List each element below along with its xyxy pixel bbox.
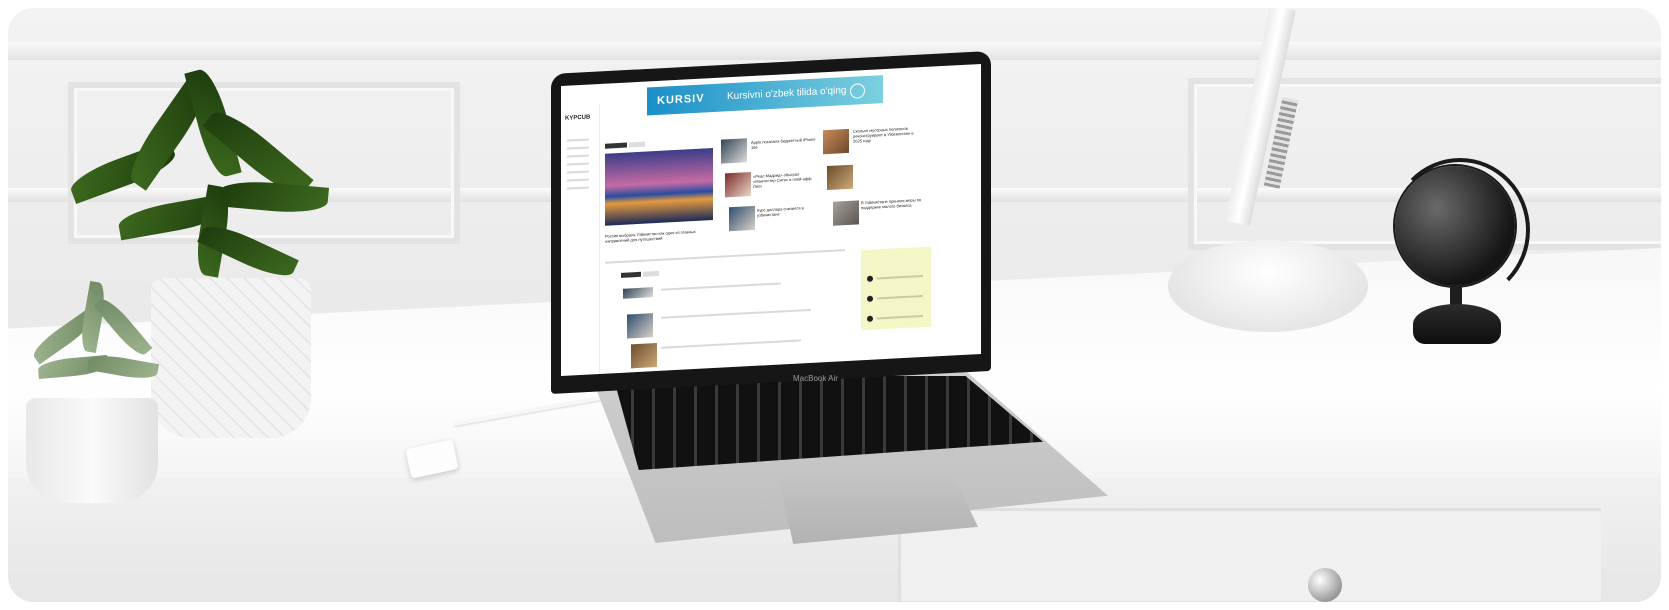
hero-headline[interactable]: Россия выбрала Узбекистан как одно из гл… xyxy=(605,228,715,244)
drawer-knob xyxy=(1308,568,1342,602)
news-thumb[interactable] xyxy=(833,200,859,226)
tab-active-2[interactable] xyxy=(621,271,641,278)
site-sidebar: KYPCUB xyxy=(561,103,600,376)
desk-drawer xyxy=(898,508,1601,602)
news-headline[interactable]: Apple показала бюджетный iPhone 16e xyxy=(751,136,821,150)
news-thumb[interactable] xyxy=(729,205,755,232)
wall-molding-top xyxy=(8,42,1661,60)
photo-frame: MacBook Air KYPCUB KURSIV Kursivni o'zbe… xyxy=(8,8,1661,602)
laptop-screen: KYPCUB KURSIV Kursivni o'zbek tilida o'q… xyxy=(561,63,981,376)
desk-lamp-base xyxy=(1168,240,1368,332)
tab-inactive-2[interactable] xyxy=(643,270,659,277)
news-headline[interactable]: Курс доллара снизился в узбекистане xyxy=(757,205,817,217)
globe-stem xyxy=(1450,284,1462,306)
banner-text: Kursivni o'zbek tilida o'qing xyxy=(727,85,847,103)
news-headline[interactable]: В Узбекистане приняли меры по поддержке … xyxy=(861,197,923,210)
news-thumb[interactable] xyxy=(721,138,747,164)
banner-logo: KURSIV xyxy=(657,92,705,107)
large-plant-pot xyxy=(151,278,311,438)
news-thumb[interactable] xyxy=(631,342,657,369)
news-thumb[interactable] xyxy=(623,287,653,299)
news-thumb[interactable] xyxy=(827,164,853,191)
site-banner-ad[interactable]: KURSIV Kursivni o'zbek tilida o'qing xyxy=(647,75,883,116)
popular-sidebar xyxy=(861,246,931,331)
banner-arrow-icon[interactable] xyxy=(850,83,865,99)
tab-active[interactable] xyxy=(605,142,627,149)
news-headline[interactable]: «Реал Мадрид» обыграл «Манчестер Сити» в… xyxy=(753,171,817,189)
tab-inactive[interactable] xyxy=(629,141,645,148)
laptop-model-label: MacBook Air xyxy=(793,374,838,383)
news-thumb[interactable] xyxy=(823,128,849,155)
globe-meridian-ring xyxy=(1390,158,1530,302)
news-thumb[interactable] xyxy=(725,172,751,198)
site-logo[interactable]: KYPCUB xyxy=(565,114,590,121)
news-headline[interactable]: Сколько мусорных полигонов реконструирую… xyxy=(853,125,919,144)
globe-base xyxy=(1413,304,1501,344)
news-thumb[interactable] xyxy=(627,313,653,339)
succulent-pot xyxy=(26,398,158,503)
hero-news-image[interactable] xyxy=(605,148,713,226)
